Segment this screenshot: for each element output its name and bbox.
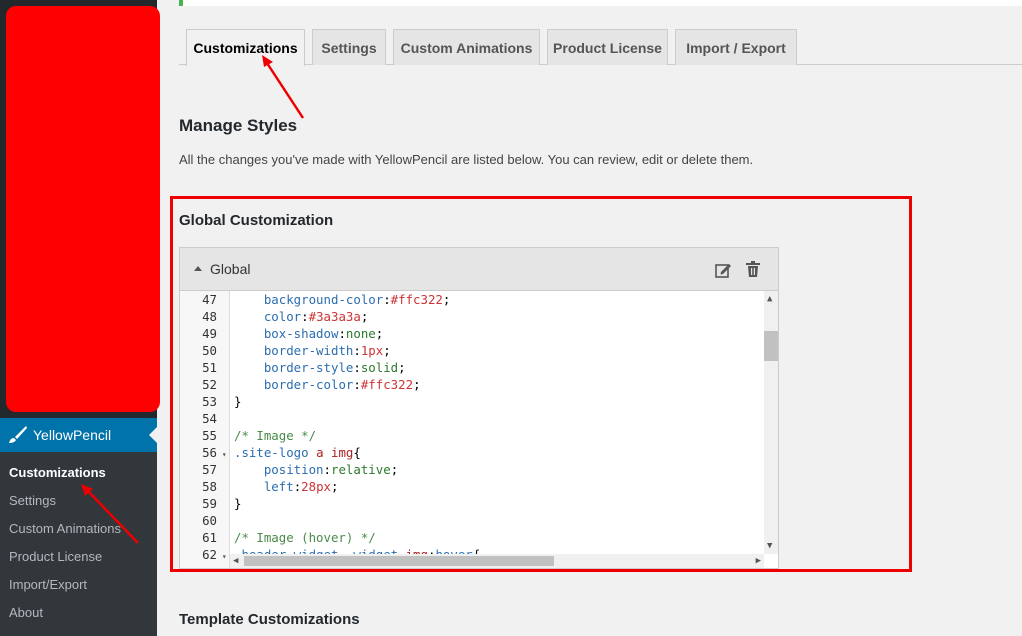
admin-sidebar: YellowPencil Customizations Settings Cus… (0, 0, 160, 636)
scrollbar-thumb[interactable] (244, 556, 554, 566)
line-number: 61 (202, 530, 217, 545)
code-text: /* Image */ (234, 428, 317, 443)
code-text: background-color:#ffc322; (263, 292, 451, 307)
line-number: 49 (202, 326, 217, 341)
code-line: 53} (180, 393, 764, 410)
edit-icon[interactable] (714, 261, 732, 279)
scroll-up-icon[interactable]: ▲ (767, 294, 772, 304)
code-text: color:#3a3a3a; (263, 309, 369, 324)
tab-import-export[interactable]: Import / Export (675, 29, 797, 65)
line-number: 51 (202, 360, 217, 375)
submenu-item-about[interactable]: About (0, 601, 157, 629)
scroll-left-icon[interactable]: ◀ (233, 554, 238, 568)
scroll-down-icon[interactable]: ▼ (767, 541, 772, 551)
submenu-item-custom-animations[interactable]: Custom Animations (0, 517, 157, 545)
panel-header[interactable]: Global (180, 248, 778, 291)
brush-icon (9, 426, 27, 443)
global-panel: Global 47 background-color:#ffc322; 48 co… (179, 247, 779, 569)
code-line: 60 (180, 512, 764, 529)
code-line: 59} (180, 495, 764, 512)
code-text: left:28px; (263, 479, 339, 494)
panel-title: Global (210, 261, 251, 277)
code-line: 54 (180, 410, 764, 427)
line-number: 53 (202, 394, 217, 409)
page-title: Manage Styles (179, 116, 298, 135)
code-line: 61 /* Image (hover) */ (180, 529, 764, 546)
line-number: 54 (202, 411, 217, 426)
code-text: /* Image (hover) */ (234, 530, 376, 545)
code-line: 49 box-shadow:none; (180, 325, 764, 342)
code-line: 56 ▾ .site-logo a img{ (180, 444, 764, 461)
line-number: 48 (202, 309, 217, 324)
code-lines: 47 background-color:#ffc322; 48 color:#3a… (180, 291, 764, 563)
admin-notice (179, 0, 1022, 6)
line-number: 55 (202, 428, 217, 443)
sidebar-item-label: YellowPencil (33, 427, 112, 443)
css-code-editor[interactable]: 47 background-color:#ffc322; 48 color:#3a… (180, 291, 778, 568)
redacted-area (6, 6, 160, 412)
code-line: 50 border-width:1px; (180, 342, 764, 359)
line-number: 52 (202, 377, 217, 392)
section-title-global: Global Customization (179, 212, 334, 229)
code-text: border-color:#ffc322; (263, 377, 421, 392)
active-indicator (149, 427, 157, 443)
line-number: 47 (202, 292, 217, 307)
code-text: box-shadow:none; (263, 326, 384, 341)
tab-settings[interactable]: Settings (312, 29, 386, 65)
code-text: .site-logo a img{ (234, 445, 361, 460)
section-title-template: Template Customizations (179, 611, 360, 628)
code-line: 52 border-color:#ffc322; (180, 376, 764, 393)
submenu-item-product-license[interactable]: Product License (0, 545, 157, 573)
trash-icon[interactable] (745, 260, 761, 278)
code-line: 51 border-style:solid; (180, 359, 764, 376)
horizontal-scrollbar[interactable]: ◀ ▶ (230, 554, 764, 568)
line-number: 58 (202, 479, 217, 494)
code-text: } (234, 496, 242, 511)
submenu-item-settings[interactable]: Settings (0, 489, 157, 517)
code-line: 48 color:#3a3a3a; (180, 308, 764, 325)
settings-tabs: Customizations Settings Custom Animation… (179, 28, 1022, 66)
sidebar-item-yellowpencil[interactable]: YellowPencil (0, 418, 157, 452)
submenu-item-import-export[interactable]: Import/Export (0, 573, 157, 601)
tab-product-license[interactable]: Product License (547, 29, 668, 65)
line-number: 57 (202, 462, 217, 477)
scrollbar-thumb[interactable] (764, 331, 778, 361)
vertical-scrollbar[interactable]: ▲ ▼ (764, 291, 778, 554)
code-text: border-width:1px; (263, 343, 391, 358)
line-number: 62 (202, 547, 217, 562)
fold-toggle-icon[interactable]: ▾ (217, 548, 227, 565)
code-line: 57 position:relative; (180, 461, 764, 478)
code-line: 47 background-color:#ffc322; (180, 291, 764, 308)
scroll-right-icon[interactable]: ▶ (756, 554, 761, 568)
line-number: 59 (202, 496, 217, 511)
submenu-item-customizations[interactable]: Customizations (0, 461, 157, 489)
line-number: 56 (202, 445, 217, 460)
code-text: } (234, 394, 242, 409)
code-line: 55 /* Image */ (180, 427, 764, 444)
line-number: 50 (202, 343, 217, 358)
sidebar-submenu: Customizations Settings Custom Animation… (0, 452, 157, 636)
collapse-caret-icon[interactable] (194, 266, 202, 271)
line-number: 60 (202, 513, 217, 528)
page-description: All the changes you've made with YellowP… (179, 152, 754, 167)
code-line: 58 left:28px; (180, 478, 764, 495)
code-text: border-style:solid; (263, 360, 406, 375)
code-text: position:relative; (263, 462, 399, 477)
tab-customizations[interactable]: Customizations (186, 29, 305, 66)
tab-custom-animations[interactable]: Custom Animations (393, 29, 540, 65)
